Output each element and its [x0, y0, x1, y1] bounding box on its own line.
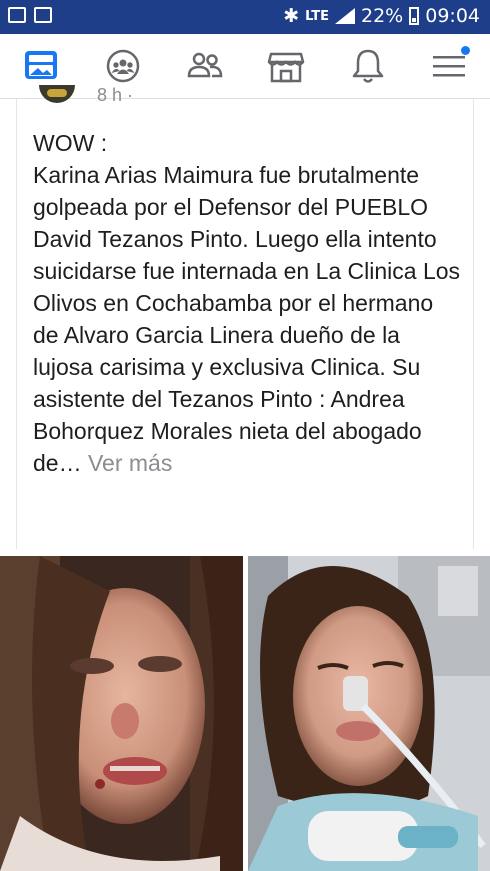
- battery-icon: [409, 7, 420, 25]
- photo-left[interactable]: [0, 556, 243, 871]
- network-type: LTE: [305, 8, 329, 24]
- status-bar: ✱ LTE 22% 09:04: [0, 0, 490, 34]
- avatar[interactable]: [39, 85, 75, 103]
- photo-right[interactable]: [248, 556, 490, 871]
- gallery-icon: [8, 7, 26, 23]
- post-body: WOW : Karina Arias Maimura fue brutalmen…: [33, 127, 465, 479]
- notification-dot: [461, 46, 470, 55]
- marketplace-icon[interactable]: [266, 46, 306, 86]
- friends-icon[interactable]: [185, 46, 225, 86]
- voicemail-icon: [34, 7, 52, 23]
- news-feed-icon[interactable]: [21, 46, 61, 86]
- signal-icon: [335, 8, 355, 24]
- menu-icon[interactable]: [430, 46, 470, 86]
- post-text: WOW : Karina Arias Maimura fue brutalmen…: [33, 130, 461, 476]
- groups-icon[interactable]: [103, 46, 143, 86]
- notifications-icon[interactable]: [348, 46, 388, 86]
- battery-percent: 22%: [361, 5, 404, 27]
- bluetooth-icon: ✱: [283, 5, 300, 27]
- see-more-link[interactable]: Ver más: [88, 450, 172, 476]
- post-card: 8 h · WOW : Karina Arias Maimura fue bru…: [16, 85, 474, 549]
- post-timestamp: 8 h ·: [97, 85, 134, 105]
- clock: 09:04: [425, 5, 480, 27]
- photo-grid: [0, 556, 490, 871]
